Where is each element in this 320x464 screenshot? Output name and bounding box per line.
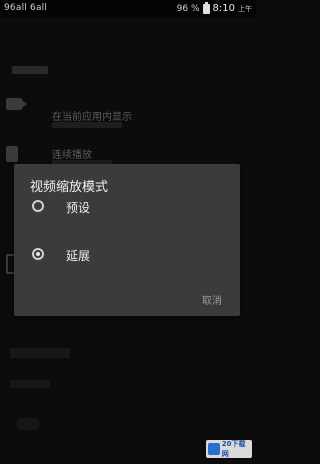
- background-row: [10, 348, 70, 358]
- background-toggle: [16, 418, 40, 430]
- radio-button[interactable]: [32, 200, 44, 212]
- play-icon: [6, 146, 18, 162]
- option-stretch[interactable]: 延展: [14, 240, 240, 272]
- radio-button-selected[interactable]: [32, 248, 44, 260]
- background-header: [12, 66, 48, 74]
- option-preset[interactable]: 预设: [14, 192, 240, 224]
- video-camera-icon: [6, 98, 27, 110]
- status-right: 96 % 8:10 上午: [176, 1, 252, 14]
- cancel-button[interactable]: 取消: [198, 290, 226, 309]
- watermark-text: 20下载网: [221, 440, 246, 458]
- site-watermark: 20下载网: [206, 440, 252, 458]
- option-label: 延展: [66, 249, 91, 263]
- signal-indicator: 96all 6all: [4, 3, 48, 13]
- background-row-subtitle: [52, 122, 122, 128]
- battery-icon: [202, 1, 210, 14]
- status-bar: 96all 6all 96 % 8:10 上午: [0, 0, 256, 18]
- site-logo-icon: [208, 443, 220, 455]
- background-row-label: 连续播放: [52, 150, 92, 161]
- clock-time: 8:10: [212, 3, 235, 14]
- battery-percent: 96 %: [176, 3, 200, 14]
- clock-ampm: 上午: [238, 4, 252, 13]
- background-row: [10, 380, 50, 388]
- video-scale-mode-dialog: 视频缩放模式 预设 延展 取消: [14, 164, 240, 316]
- background-row-label: 在当前应用内显示: [52, 112, 132, 123]
- option-label: 预设: [66, 201, 91, 215]
